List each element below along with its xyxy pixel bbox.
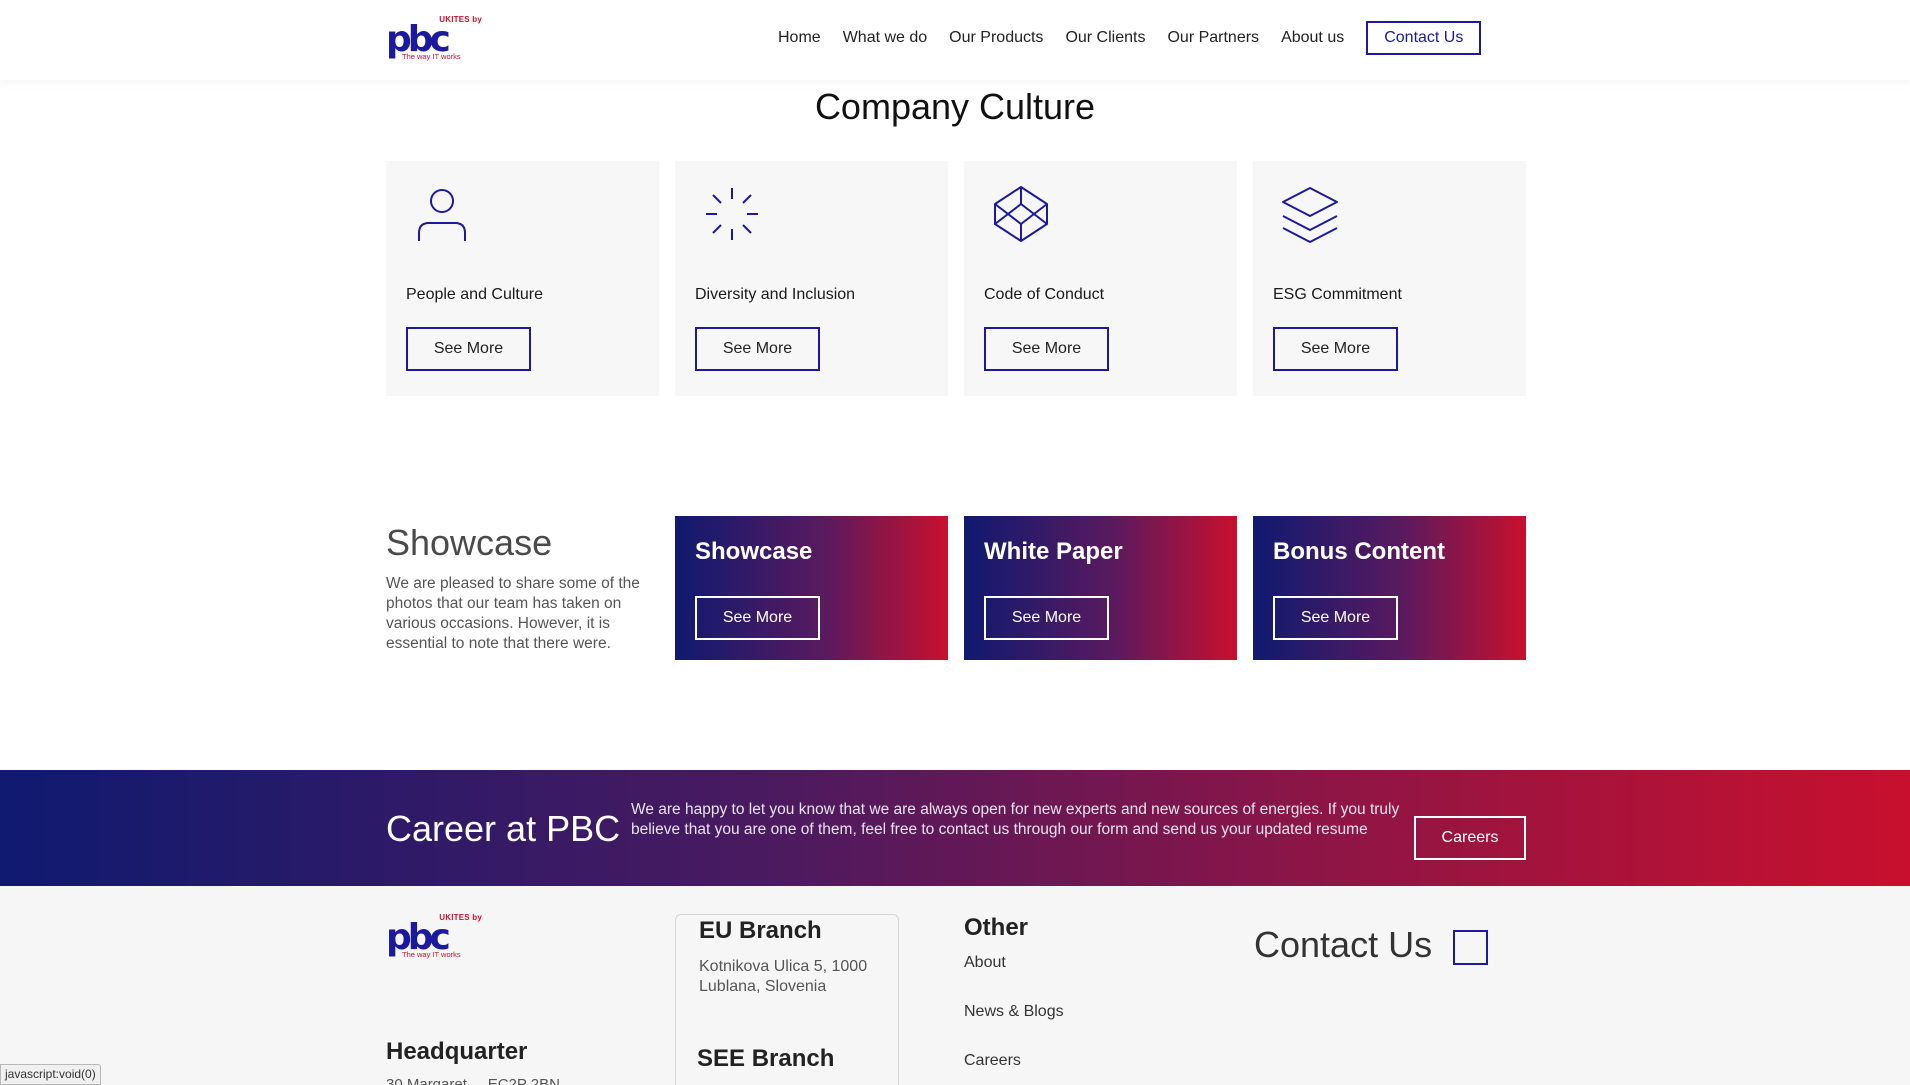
logo-mark: pbc <box>386 917 451 958</box>
nav-our-products[interactable]: Our Products <box>949 29 1043 47</box>
eu-branch-address: Kotnikova Ulica 5, 1000 Lublana, Sloveni… <box>699 958 868 995</box>
footer-link-about[interactable]: About <box>964 954 1006 972</box>
nav-what-we-do[interactable]: What we do <box>843 29 927 47</box>
site-header: UKITES by pbc The way IT works Home What… <box>0 0 1910 80</box>
site-footer: UKITES by pbc The way IT works Headquart… <box>0 886 1910 1085</box>
see-more-button[interactable]: See More <box>695 327 820 371</box>
eu-branch-title: EU Branch <box>699 917 822 944</box>
bonus-content-card-title: Bonus Content <box>1273 538 1445 565</box>
branches-box: EU Branch Kotnikova Ulica 5, 1000 Lublan… <box>675 914 899 1085</box>
main-nav: Home What we do Our Products Our Clients… <box>778 21 1482 55</box>
career-description: We are happy to let you know that we are… <box>631 801 1400 838</box>
culture-card-label: ESG Commitment <box>1273 286 1402 303</box>
nav-our-partners[interactable]: Our Partners <box>1167 29 1259 47</box>
footer-pbc-logo[interactable]: UKITES by pbc The way IT works <box>386 913 482 961</box>
footer-contact-title: Contact Us <box>1254 924 1433 965</box>
nav-about-us[interactable]: About us <box>1281 29 1344 47</box>
contact-checkbox[interactable] <box>1453 930 1488 965</box>
showcase-description: We are pleased to share some of the phot… <box>386 575 640 652</box>
status-bar-url: javascript:void(0) <box>0 1064 101 1085</box>
footer-link-news-blogs[interactable]: News & Blogs <box>964 1003 1064 1021</box>
showcase-heading: Showcase <box>386 522 553 563</box>
see-more-button[interactable]: See More <box>984 596 1109 640</box>
career-title: Career at PBC <box>386 808 621 849</box>
nav-our-clients[interactable]: Our Clients <box>1065 29 1145 47</box>
career-banner: Career at PBC We are happy to let you kn… <box>0 770 1910 886</box>
culture-card-label: People and Culture <box>406 286 543 303</box>
culture-card-conduct: Code of Conduct See More <box>964 161 1237 396</box>
white-paper-card-title: White Paper <box>984 538 1123 565</box>
other-title: Other <box>964 914 1029 941</box>
footer-link-careers[interactable]: Careers <box>964 1052 1021 1070</box>
culture-card-people: People and Culture See More <box>386 161 659 396</box>
careers-button[interactable]: Careers <box>1414 816 1526 860</box>
loader-icon <box>706 188 758 240</box>
white-paper-card: White Paper See More <box>964 516 1237 660</box>
see-more-button[interactable]: See More <box>695 596 820 640</box>
logo-mark: pbc <box>386 19 451 60</box>
see-more-button[interactable]: See More <box>984 327 1109 371</box>
company-culture-title: Company Culture <box>814 86 1096 127</box>
culture-card-label: Code of Conduct <box>984 286 1105 303</box>
showcase-card: Showcase See More <box>675 516 948 660</box>
see-more-button[interactable]: See More <box>1273 327 1398 371</box>
see-more-button[interactable]: See More <box>406 327 531 371</box>
contact-us-button[interactable]: Contact Us <box>1366 21 1482 55</box>
person-icon <box>418 189 466 241</box>
nav-home[interactable]: Home <box>778 29 821 47</box>
culture-card-label: Diversity and Inclusion <box>695 286 856 303</box>
see-more-button[interactable]: See More <box>1273 596 1398 640</box>
layers-icon <box>1282 187 1338 243</box>
codepen-icon <box>994 186 1048 242</box>
see-branch-title: SEE Branch <box>697 1045 835 1072</box>
culture-card-diversity: Diversity and Inclusion See More <box>675 161 948 396</box>
culture-card-esg: ESG Commitment See More <box>1253 161 1526 396</box>
headquarter-address: 30 Margaret ... EC2P 2BN <box>386 1076 560 1085</box>
logo-tagline: The way IT works <box>402 52 461 61</box>
bonus-content-card: Bonus Content See More <box>1253 516 1526 660</box>
headquarter-title: Headquarter <box>386 1038 528 1065</box>
logo-tagline: The way IT works <box>402 950 461 959</box>
pbc-logo[interactable]: UKITES by pbc The way IT works <box>386 15 482 63</box>
showcase-card-title: Showcase <box>695 538 813 565</box>
